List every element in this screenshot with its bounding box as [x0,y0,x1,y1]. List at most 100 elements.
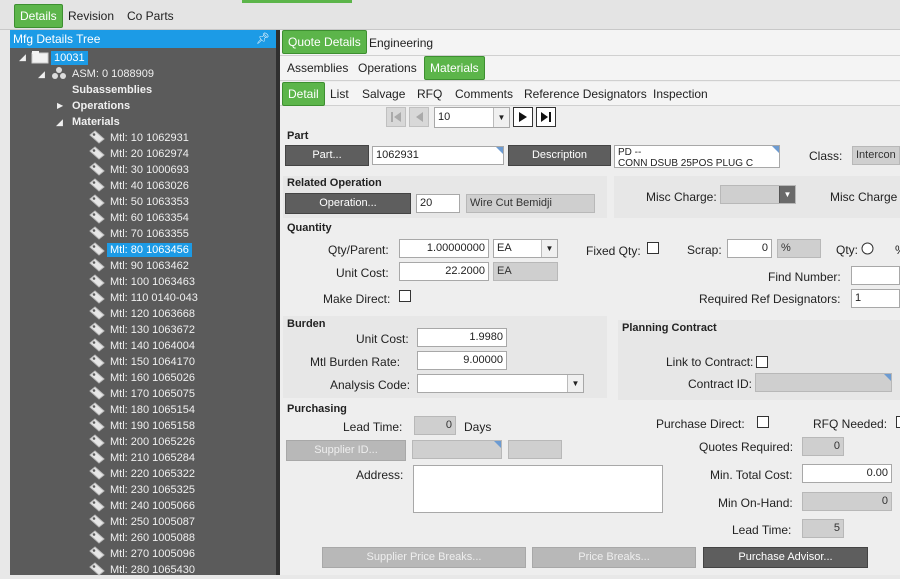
fixed-qty-checkbox[interactable] [647,242,659,254]
required-ref-designators-field[interactable]: 1 [851,289,900,308]
chevron-down-icon[interactable]: ▼ [567,375,583,392]
tree-material-item[interactable]: Mtl: 180 1065154 [110,403,195,417]
tree-material-item[interactable]: Mtl: 60 1063354 [110,211,189,225]
tree-material-item[interactable]: Mtl: 30 1000693 [110,163,189,177]
tree-material-item[interactable]: Mtl: 160 1065026 [110,371,195,385]
nav-first-button[interactable] [386,107,406,127]
pin-icon[interactable]: 📌︎ [256,30,270,48]
tree-material-item[interactable]: Mtl: 170 1065075 [110,387,195,401]
tab-quote-details[interactable]: Quote Details [282,30,367,54]
tree-asm[interactable]: ASM: 0 1088909 [72,68,154,80]
qty-parent-field[interactable]: 1.00000000 [399,239,489,258]
related-operation-title: Related Operation [287,177,382,189]
quotes-required-field[interactable]: 0 [802,437,844,456]
tab-details[interactable]: Details [14,4,63,28]
analysis-code-select[interactable]: ▼ [417,374,584,393]
chevron-down-icon[interactable]: ▼ [541,240,557,257]
tree-material-item[interactable]: Mtl: 210 1065284 [110,451,195,465]
tree-subassemblies[interactable]: Subassemblies [72,84,152,96]
tree-material-item[interactable]: Mtl: 100 1063463 [110,275,195,289]
operation-number-field[interactable]: 20 [416,194,460,213]
tree-root[interactable]: 10031 [51,51,88,65]
tree-material-item[interactable]: Mtl: 120 1063668 [110,307,195,321]
purchase-direct-checkbox[interactable] [757,416,769,428]
material-tag-icon [88,418,106,435]
chevron-down-icon[interactable]: ▼ [779,186,795,203]
expand-materials-icon[interactable]: ◢ [56,117,63,128]
tab-materials[interactable]: Materials [424,56,485,80]
tree-material-item[interactable]: Mtl: 90 1063462 [110,259,189,273]
misc-charge-select[interactable]: ▼ [720,185,796,204]
lead-time-field[interactable]: 0 [414,416,456,435]
purchase-advisor-button[interactable]: Purchase Advisor... [703,547,868,568]
tree-material-item[interactable]: Mtl: 70 1063355 [110,227,189,241]
lead-time-2-field[interactable]: 5 [802,519,844,538]
expand-operations-icon[interactable]: ▶ [57,101,63,110]
tree-material-item[interactable]: Mtl: 230 1065325 [110,483,195,497]
tree-material-item[interactable]: Mtl: 200 1065226 [110,435,195,449]
tab-reference-designators[interactable]: Reference Designators [519,83,652,107]
operation-button[interactable]: Operation... [285,193,411,214]
tab-assemblies[interactable]: Assemblies [282,57,353,81]
nav-next-button[interactable] [513,107,533,127]
unit-cost-field[interactable]: 22.2000 [399,262,489,281]
contract-id-field[interactable] [755,373,892,392]
nav-last-button[interactable] [536,107,556,127]
tab-salvage[interactable]: Salvage [357,83,410,107]
tab-inspection[interactable]: Inspection [648,83,713,107]
tab-co-parts[interactable]: Co Parts [122,5,179,29]
tab-engineering[interactable]: Engineering [364,32,438,56]
tab-list[interactable]: List [325,83,354,107]
nav-prev-button[interactable] [409,107,429,127]
part-button[interactable]: Part... [285,145,369,166]
tree-material-item[interactable]: Mtl: 140 1064004 [110,339,195,353]
tree-material-item[interactable]: Mtl: 110 0140-043 [110,291,198,305]
tab-operations[interactable]: Operations [353,57,422,81]
tree-operations[interactable]: Operations [72,100,130,112]
tree-material-item[interactable]: Mtl: 220 1065322 [110,467,195,481]
expand-root-icon[interactable]: ◢ [19,52,26,63]
tree-material-item[interactable]: Mtl: 260 1005088 [110,531,195,545]
chevron-down-icon[interactable]: ▼ [493,108,509,127]
find-number-field[interactable] [851,266,900,285]
tree-material-item[interactable]: Mtl: 190 1065158 [110,419,195,433]
material-tag-icon [88,482,106,499]
class-field[interactable]: Intercon [852,146,900,165]
material-tag-icon [88,354,106,371]
min-on-hand-field[interactable]: 0 [802,492,892,511]
tree-material-item[interactable]: Mtl: 150 1064170 [110,355,195,369]
tree-material-item[interactable]: Mtl: 20 1062974 [110,147,189,161]
supplier-id-button[interactable]: Supplier ID... [286,440,406,461]
burden-unit-cost-field[interactable]: 1.9980 [417,328,507,347]
tree-material-item[interactable]: Mtl: 50 1063353 [110,195,189,209]
qty-radio[interactable] [861,242,874,255]
tree-material-item[interactable]: Mtl: 240 1005066 [110,499,195,513]
supplier-price-breaks-button[interactable]: Supplier Price Breaks... [322,547,526,568]
tree-material-item[interactable]: Mtl: 40 1063026 [110,179,189,193]
price-breaks-button[interactable]: Price Breaks... [532,547,696,568]
burden-rate-field[interactable]: 9.00000 [417,351,507,370]
tab-comments[interactable]: Comments [450,83,518,107]
part-number-field[interactable]: 1062931 [372,146,504,165]
scrap-field[interactable]: 0 [727,239,772,258]
tree-material-item[interactable]: Mtl: 250 1005087 [110,515,195,529]
tree-material-item[interactable]: Mtl: 80 1063456 [107,243,192,257]
description-field[interactable]: PD -- CONN DSUB 25POS PLUG C [614,145,780,168]
tree-material-item[interactable]: Mtl: 270 1005096 [110,547,195,561]
link-to-contract-checkbox[interactable] [756,356,768,368]
tree-material-item[interactable]: Mtl: 130 1063672 [110,323,195,337]
expand-asm-icon[interactable]: ◢ [38,69,45,80]
min-total-cost-field[interactable]: 0.00 [802,464,892,483]
tree-materials[interactable]: Materials [72,116,120,128]
rfq-needed-checkbox[interactable] [896,416,900,428]
tab-rfq[interactable]: RFQ [412,83,447,107]
supplier-id-field[interactable] [412,440,502,459]
tab-detail[interactable]: Detail [282,82,325,106]
address-field[interactable] [413,465,663,513]
nav-select[interactable]: 10 ▼ [434,107,510,128]
description-button[interactable]: Description [508,145,611,166]
qty-uom-select[interactable]: EA ▼ [493,239,558,258]
tree-material-item[interactable]: Mtl: 10 1062931 [110,131,189,145]
tab-revision[interactable]: Revision [63,5,119,29]
make-direct-checkbox[interactable] [399,290,411,302]
